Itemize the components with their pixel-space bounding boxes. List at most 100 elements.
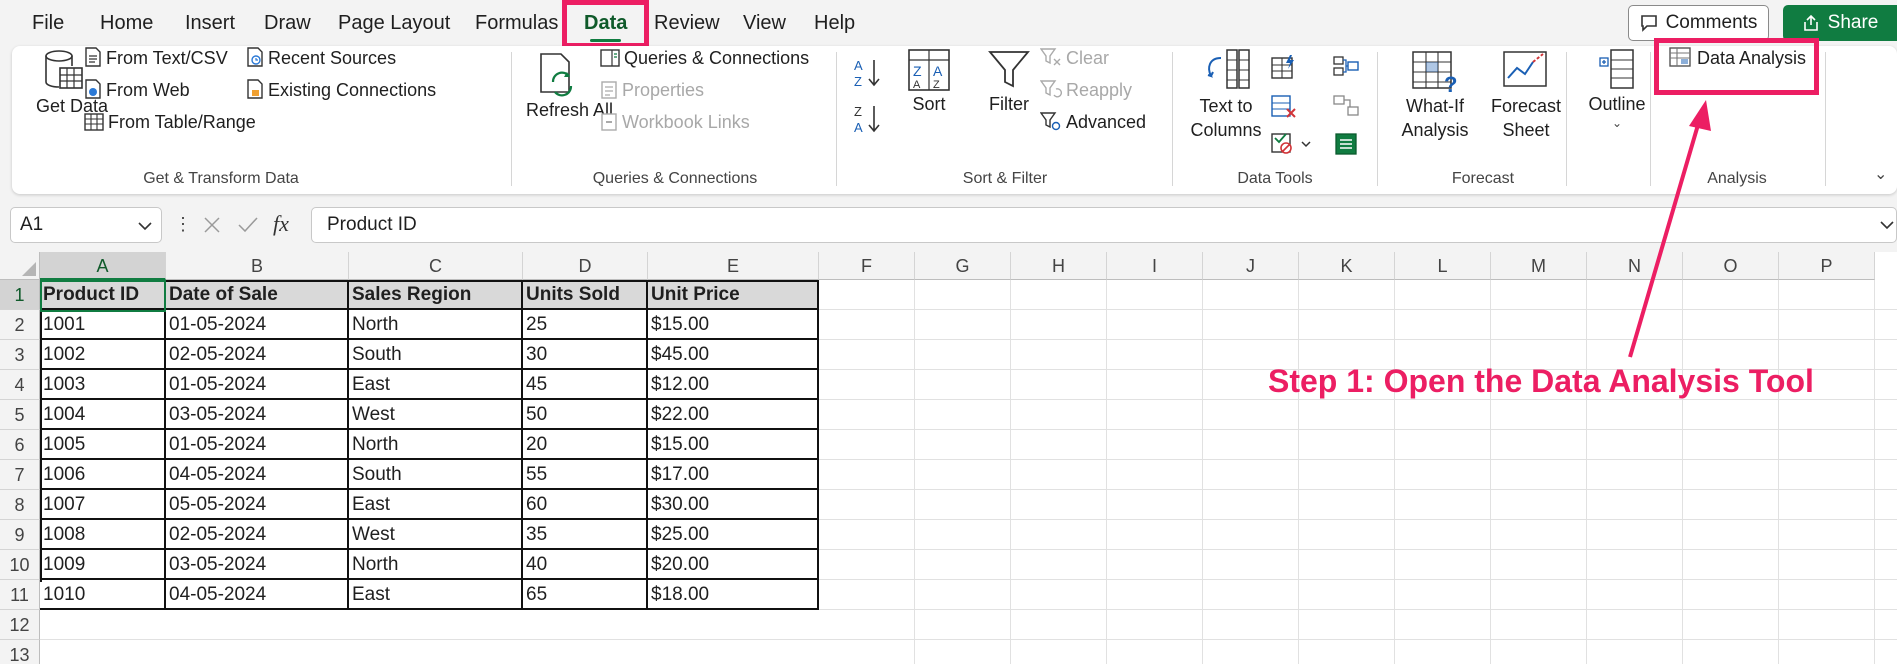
table-cell[interactable]: 01-05-2024 [166, 430, 349, 460]
table-cell[interactable]: South [349, 460, 523, 490]
refresh-all-button[interactable]: Refresh All [526, 52, 613, 122]
table-cell[interactable]: 1010 [40, 580, 166, 610]
table-cell[interactable]: 05-05-2024 [166, 490, 349, 520]
manage-data-model-button[interactable] [1332, 130, 1360, 163]
row-header-7[interactable]: 7 [0, 460, 40, 490]
column-header-n[interactable]: N [1587, 252, 1683, 280]
table-cell[interactable]: 40 [523, 550, 648, 580]
cancel-icon[interactable] [203, 216, 221, 234]
row-header-1[interactable]: 1 [0, 280, 40, 310]
table-cell[interactable]: $18.00 [648, 580, 819, 610]
table-header-cell[interactable]: Product ID [40, 280, 166, 310]
formula-input[interactable]: Product ID [311, 207, 1897, 243]
table-cell[interactable]: 04-05-2024 [166, 580, 349, 610]
table-cell[interactable]: 1004 [40, 400, 166, 430]
row-header-9[interactable]: 9 [0, 520, 40, 550]
column-header-l[interactable]: L [1395, 252, 1491, 280]
reapply-filter-button[interactable]: Reapply [1039, 78, 1132, 104]
what-if-analysis-button[interactable]: ? What-If Analysis [1390, 48, 1480, 142]
share-button[interactable]: Share [1783, 5, 1897, 41]
workbook-links-button[interactable]: Workbook Links [600, 110, 750, 136]
column-header-c[interactable]: C [349, 252, 523, 280]
column-header-a[interactable]: A [40, 252, 166, 280]
column-header-j[interactable]: J [1203, 252, 1299, 280]
column-header-o[interactable]: O [1683, 252, 1779, 280]
table-cell[interactable]: 45 [523, 370, 648, 400]
text-to-columns-button[interactable]: Text to Columns [1188, 48, 1264, 142]
table-cell[interactable]: North [349, 430, 523, 460]
row-header-2[interactable]: 2 [0, 310, 40, 340]
tab-formulas[interactable]: Formulas [475, 12, 558, 35]
row-header-5[interactable]: 5 [0, 400, 40, 430]
sort-button[interactable]: ZAAZ Sort [898, 48, 960, 116]
table-header-cell[interactable]: Units Sold [523, 280, 648, 310]
table-cell[interactable]: 1002 [40, 340, 166, 370]
table-cell[interactable]: $25.00 [648, 520, 819, 550]
table-cell[interactable]: East [349, 370, 523, 400]
table-cell[interactable]: 03-05-2024 [166, 550, 349, 580]
row-header-13[interactable]: 13 [0, 640, 40, 664]
table-cell[interactable]: 03-05-2024 [166, 400, 349, 430]
table-cell[interactable]: 04-05-2024 [166, 460, 349, 490]
table-cell[interactable]: West [349, 520, 523, 550]
row-header-8[interactable]: 8 [0, 490, 40, 520]
existing-connections-button[interactable]: Existing Connections [246, 78, 436, 104]
column-header-k[interactable]: K [1299, 252, 1395, 280]
table-cell[interactable]: 55 [523, 460, 648, 490]
row-header-11[interactable]: 11 [0, 580, 40, 610]
table-cell[interactable]: 1003 [40, 370, 166, 400]
row-header-6[interactable]: 6 [0, 430, 40, 460]
table-cell[interactable]: 02-05-2024 [166, 520, 349, 550]
table-cell[interactable]: 1006 [40, 460, 166, 490]
forecast-sheet-button[interactable]: Forecast Sheet [1488, 48, 1564, 142]
table-cell[interactable]: $20.00 [648, 550, 819, 580]
column-header-p[interactable]: P [1779, 252, 1875, 280]
flash-fill-button[interactable] [1270, 54, 1298, 85]
recent-sources-button[interactable]: Recent Sources [246, 46, 396, 72]
row-header-3[interactable]: 3 [0, 340, 40, 370]
comments-button[interactable]: Comments [1628, 5, 1769, 41]
from-table-range-button[interactable]: From Table/Range [84, 110, 256, 136]
table-cell[interactable]: $12.00 [648, 370, 819, 400]
column-header-g[interactable]: G [915, 252, 1011, 280]
tab-page-layout[interactable]: Page Layout [338, 12, 450, 35]
row-header-12[interactable]: 12 [0, 610, 40, 640]
tab-home[interactable]: Home [100, 12, 153, 35]
table-cell[interactable]: 30 [523, 340, 648, 370]
table-cell[interactable]: 60 [523, 490, 648, 520]
table-cell[interactable]: 65 [523, 580, 648, 610]
advanced-filter-button[interactable]: Advanced [1039, 110, 1146, 136]
column-header-h[interactable]: H [1011, 252, 1107, 280]
consolidate-button[interactable] [1332, 54, 1360, 83]
table-cell[interactable]: $15.00 [648, 310, 819, 340]
sort-a-z-button[interactable]: AZ [852, 56, 882, 95]
filter-button[interactable]: Filter [976, 48, 1042, 116]
tab-review[interactable]: Review [654, 12, 720, 35]
insert-function-icon[interactable]: fx [273, 211, 289, 237]
table-cell[interactable]: North [349, 550, 523, 580]
column-header-f[interactable]: F [819, 252, 915, 280]
table-cell[interactable]: East [349, 490, 523, 520]
table-header-cell[interactable]: Unit Price [648, 280, 819, 310]
properties-button[interactable]: Properties [600, 78, 704, 104]
queries-connections-button[interactable]: Queries & Connections [600, 46, 809, 72]
row-header-4[interactable]: 4 [0, 370, 40, 400]
table-cell[interactable]: 01-05-2024 [166, 310, 349, 340]
table-cell[interactable]: West [349, 400, 523, 430]
column-header-i[interactable]: I [1107, 252, 1203, 280]
table-cell[interactable]: 20 [523, 430, 648, 460]
chevron-down-icon[interactable] [137, 221, 153, 231]
name-box[interactable]: A1 [10, 207, 162, 243]
from-web-button[interactable]: From Web [84, 78, 190, 104]
table-cell[interactable]: 1008 [40, 520, 166, 550]
table-cell[interactable]: North [349, 310, 523, 340]
table-cell[interactable]: 02-05-2024 [166, 340, 349, 370]
column-header-m[interactable]: M [1491, 252, 1587, 280]
tab-draw[interactable]: Draw [264, 12, 311, 35]
ribbon-collapse-chevron-icon[interactable]: ⌄ [1874, 164, 1887, 184]
table-cell[interactable]: 1001 [40, 310, 166, 340]
sort-z-a-button[interactable]: ZA [852, 102, 882, 141]
table-cell[interactable]: 25 [523, 310, 648, 340]
table-cell[interactable]: East [349, 580, 523, 610]
remove-duplicates-button[interactable] [1270, 94, 1298, 125]
